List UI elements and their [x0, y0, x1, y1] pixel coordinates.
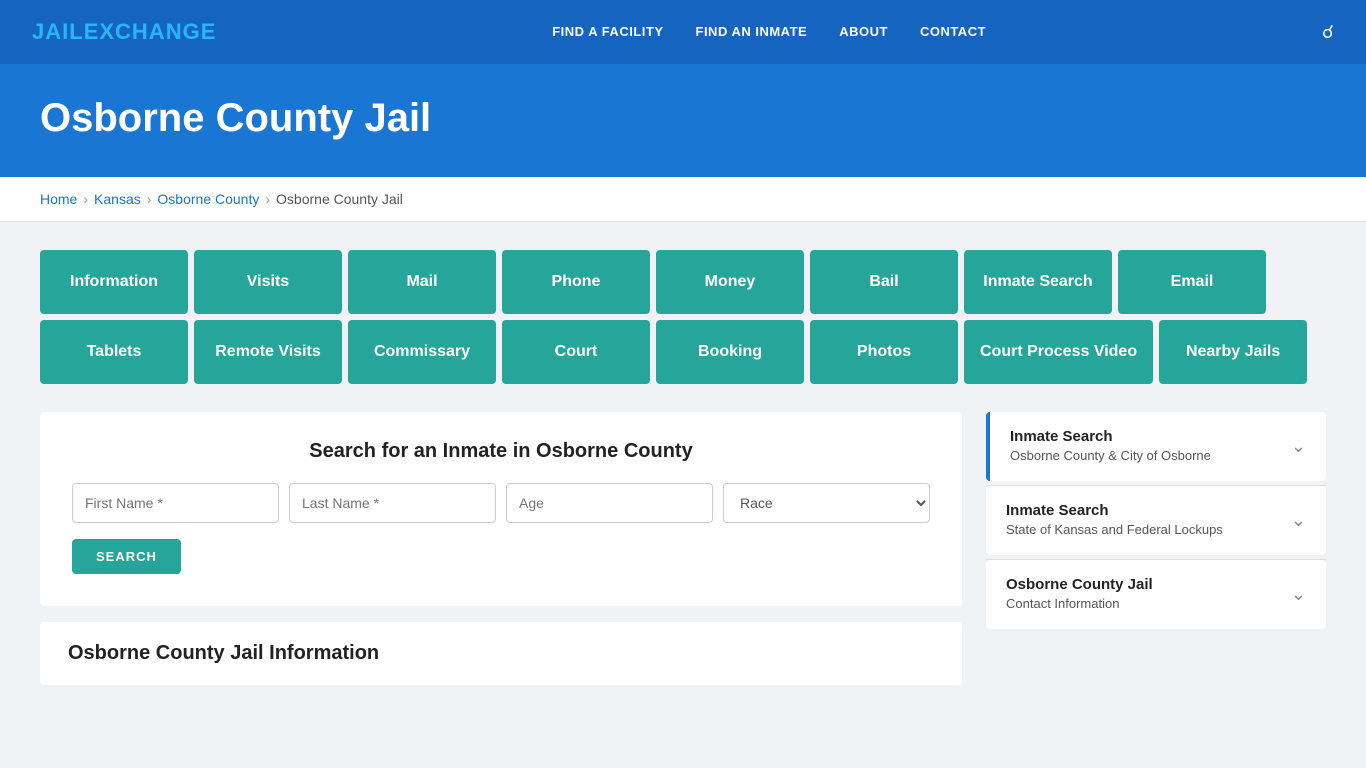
category-btn-commissary[interactable]: Commissary [348, 320, 496, 384]
breadcrumb-item-2[interactable]: Osborne County [157, 191, 259, 207]
breadcrumb: Home › Kansas › Osborne County › Osborne Count… [0, 177, 1366, 222]
inmate-search-card: Search for an Inmate in Osborne County R… [40, 412, 962, 606]
logo-exchange: EXCHANGE [84, 19, 217, 44]
site-logo[interactable]: JAILEXCHANGE [32, 19, 216, 45]
category-btn-phone[interactable]: Phone [502, 250, 650, 314]
nav-link-find-an-inmate[interactable]: FIND AN INMATE [696, 24, 808, 39]
sidebar-item-text-inmate-search-osborne: Inmate Search Osborne County & City of O… [1010, 428, 1211, 465]
category-btn-court[interactable]: Court [502, 320, 650, 384]
category-btn-tablets[interactable]: Tablets [40, 320, 188, 384]
content-row: Search for an Inmate in Osborne County R… [40, 412, 1326, 685]
category-btn-visits[interactable]: Visits [194, 250, 342, 314]
first-name-input[interactable] [72, 483, 279, 523]
category-button-grid: InformationVisitsMailPhoneMoneyBailInmat… [40, 250, 1326, 384]
search-heading: Search for an Inmate in Osborne County [72, 440, 930, 463]
breadcrumb-separator: › [147, 191, 152, 207]
category-btn-money[interactable]: Money [656, 250, 804, 314]
sidebar-item-title-inmate-search-kansas: Inmate Search [1006, 502, 1223, 519]
navbar: JAILEXCHANGE FIND A FACILITY FIND AN INMA… [0, 0, 1366, 64]
sidebar-item-inmate-search-osborne[interactable]: Inmate Search Osborne County & City of O… [986, 412, 1326, 481]
chevron-down-icon: ⌄ [1291, 510, 1306, 531]
category-btn-inmate-search[interactable]: Inmate Search [964, 250, 1112, 314]
category-btn-mail[interactable]: Mail [348, 250, 496, 314]
jail-info-heading: Osborne County Jail Information [68, 642, 934, 665]
sidebar: Inmate Search Osborne County & City of O… [986, 412, 1326, 633]
jail-info-section: Osborne County Jail Information [40, 622, 962, 685]
search-icon[interactable]: ☌ [1322, 22, 1334, 43]
nav-link-about[interactable]: ABOUT [839, 24, 888, 39]
category-btn-information[interactable]: Information [40, 250, 188, 314]
breadcrumb-separator: › [83, 191, 88, 207]
sidebar-item-text-inmate-search-kansas: Inmate Search State of Kansas and Federa… [1006, 502, 1223, 539]
race-select[interactable]: RaceWhiteBlackHispanicAsianNative Americ… [723, 483, 930, 523]
sidebar-item-title-contact-info: Osborne County Jail [1006, 576, 1153, 593]
category-btn-nearby-jails[interactable]: Nearby Jails [1159, 320, 1307, 384]
sidebar-item-contact-info[interactable]: Osborne County Jail Contact Information … [986, 560, 1326, 629]
sidebar-item-inmate-search-kansas[interactable]: Inmate Search State of Kansas and Federa… [986, 486, 1326, 555]
breadcrumb-separator: › [265, 191, 270, 207]
sidebar-item-title-inmate-search-osborne: Inmate Search [1010, 428, 1211, 445]
logo-jail: JAIL [32, 19, 84, 44]
age-input[interactable] [506, 483, 713, 523]
sidebar-item-header-inmate-search-kansas[interactable]: Inmate Search State of Kansas and Federa… [986, 486, 1326, 555]
category-btn-court-process-video[interactable]: Court Process Video [964, 320, 1153, 384]
chevron-down-icon: ⌄ [1291, 436, 1306, 457]
breadcrumb-item-1[interactable]: Kansas [94, 191, 141, 207]
page-title: Osborne County Jail [40, 96, 1326, 141]
nav-link-contact[interactable]: CONTACT [920, 24, 986, 39]
sidebar-item-subtitle-contact-info: Contact Information [1006, 596, 1119, 611]
search-fields: RaceWhiteBlackHispanicAsianNative Americ… [72, 483, 930, 523]
category-btn-photos[interactable]: Photos [810, 320, 958, 384]
sidebar-item-header-inmate-search-osborne[interactable]: Inmate Search Osborne County & City of O… [990, 412, 1326, 481]
category-btn-booking[interactable]: Booking [656, 320, 804, 384]
sidebar-item-subtitle-inmate-search-kansas: State of Kansas and Federal Lockups [1006, 522, 1223, 537]
sidebar-item-header-contact-info[interactable]: Osborne County Jail Contact Information … [986, 560, 1326, 629]
sidebar-item-subtitle-inmate-search-osborne: Osborne County & City of Osborne [1010, 448, 1211, 463]
nav-link-find-a-facility[interactable]: FIND A FACILITY [552, 24, 663, 39]
hero-banner: Osborne County Jail [0, 64, 1366, 177]
category-btn-remote-visits[interactable]: Remote Visits [194, 320, 342, 384]
category-btn-email[interactable]: Email [1118, 250, 1266, 314]
breadcrumb-item-0[interactable]: Home [40, 191, 77, 207]
nav-links: FIND A FACILITY FIND AN INMATE ABOUT CONTAC… [552, 23, 986, 41]
main-content: InformationVisitsMailPhoneMoneyBailInmat… [0, 222, 1366, 713]
breadcrumb-item-3[interactable]: Osborne County Jail [276, 191, 403, 207]
sidebar-item-text-contact-info: Osborne County Jail Contact Information [1006, 576, 1153, 613]
chevron-down-icon: ⌄ [1291, 584, 1306, 605]
search-button[interactable]: SEARCH [72, 539, 181, 574]
category-btn-bail[interactable]: Bail [810, 250, 958, 314]
last-name-input[interactable] [289, 483, 496, 523]
